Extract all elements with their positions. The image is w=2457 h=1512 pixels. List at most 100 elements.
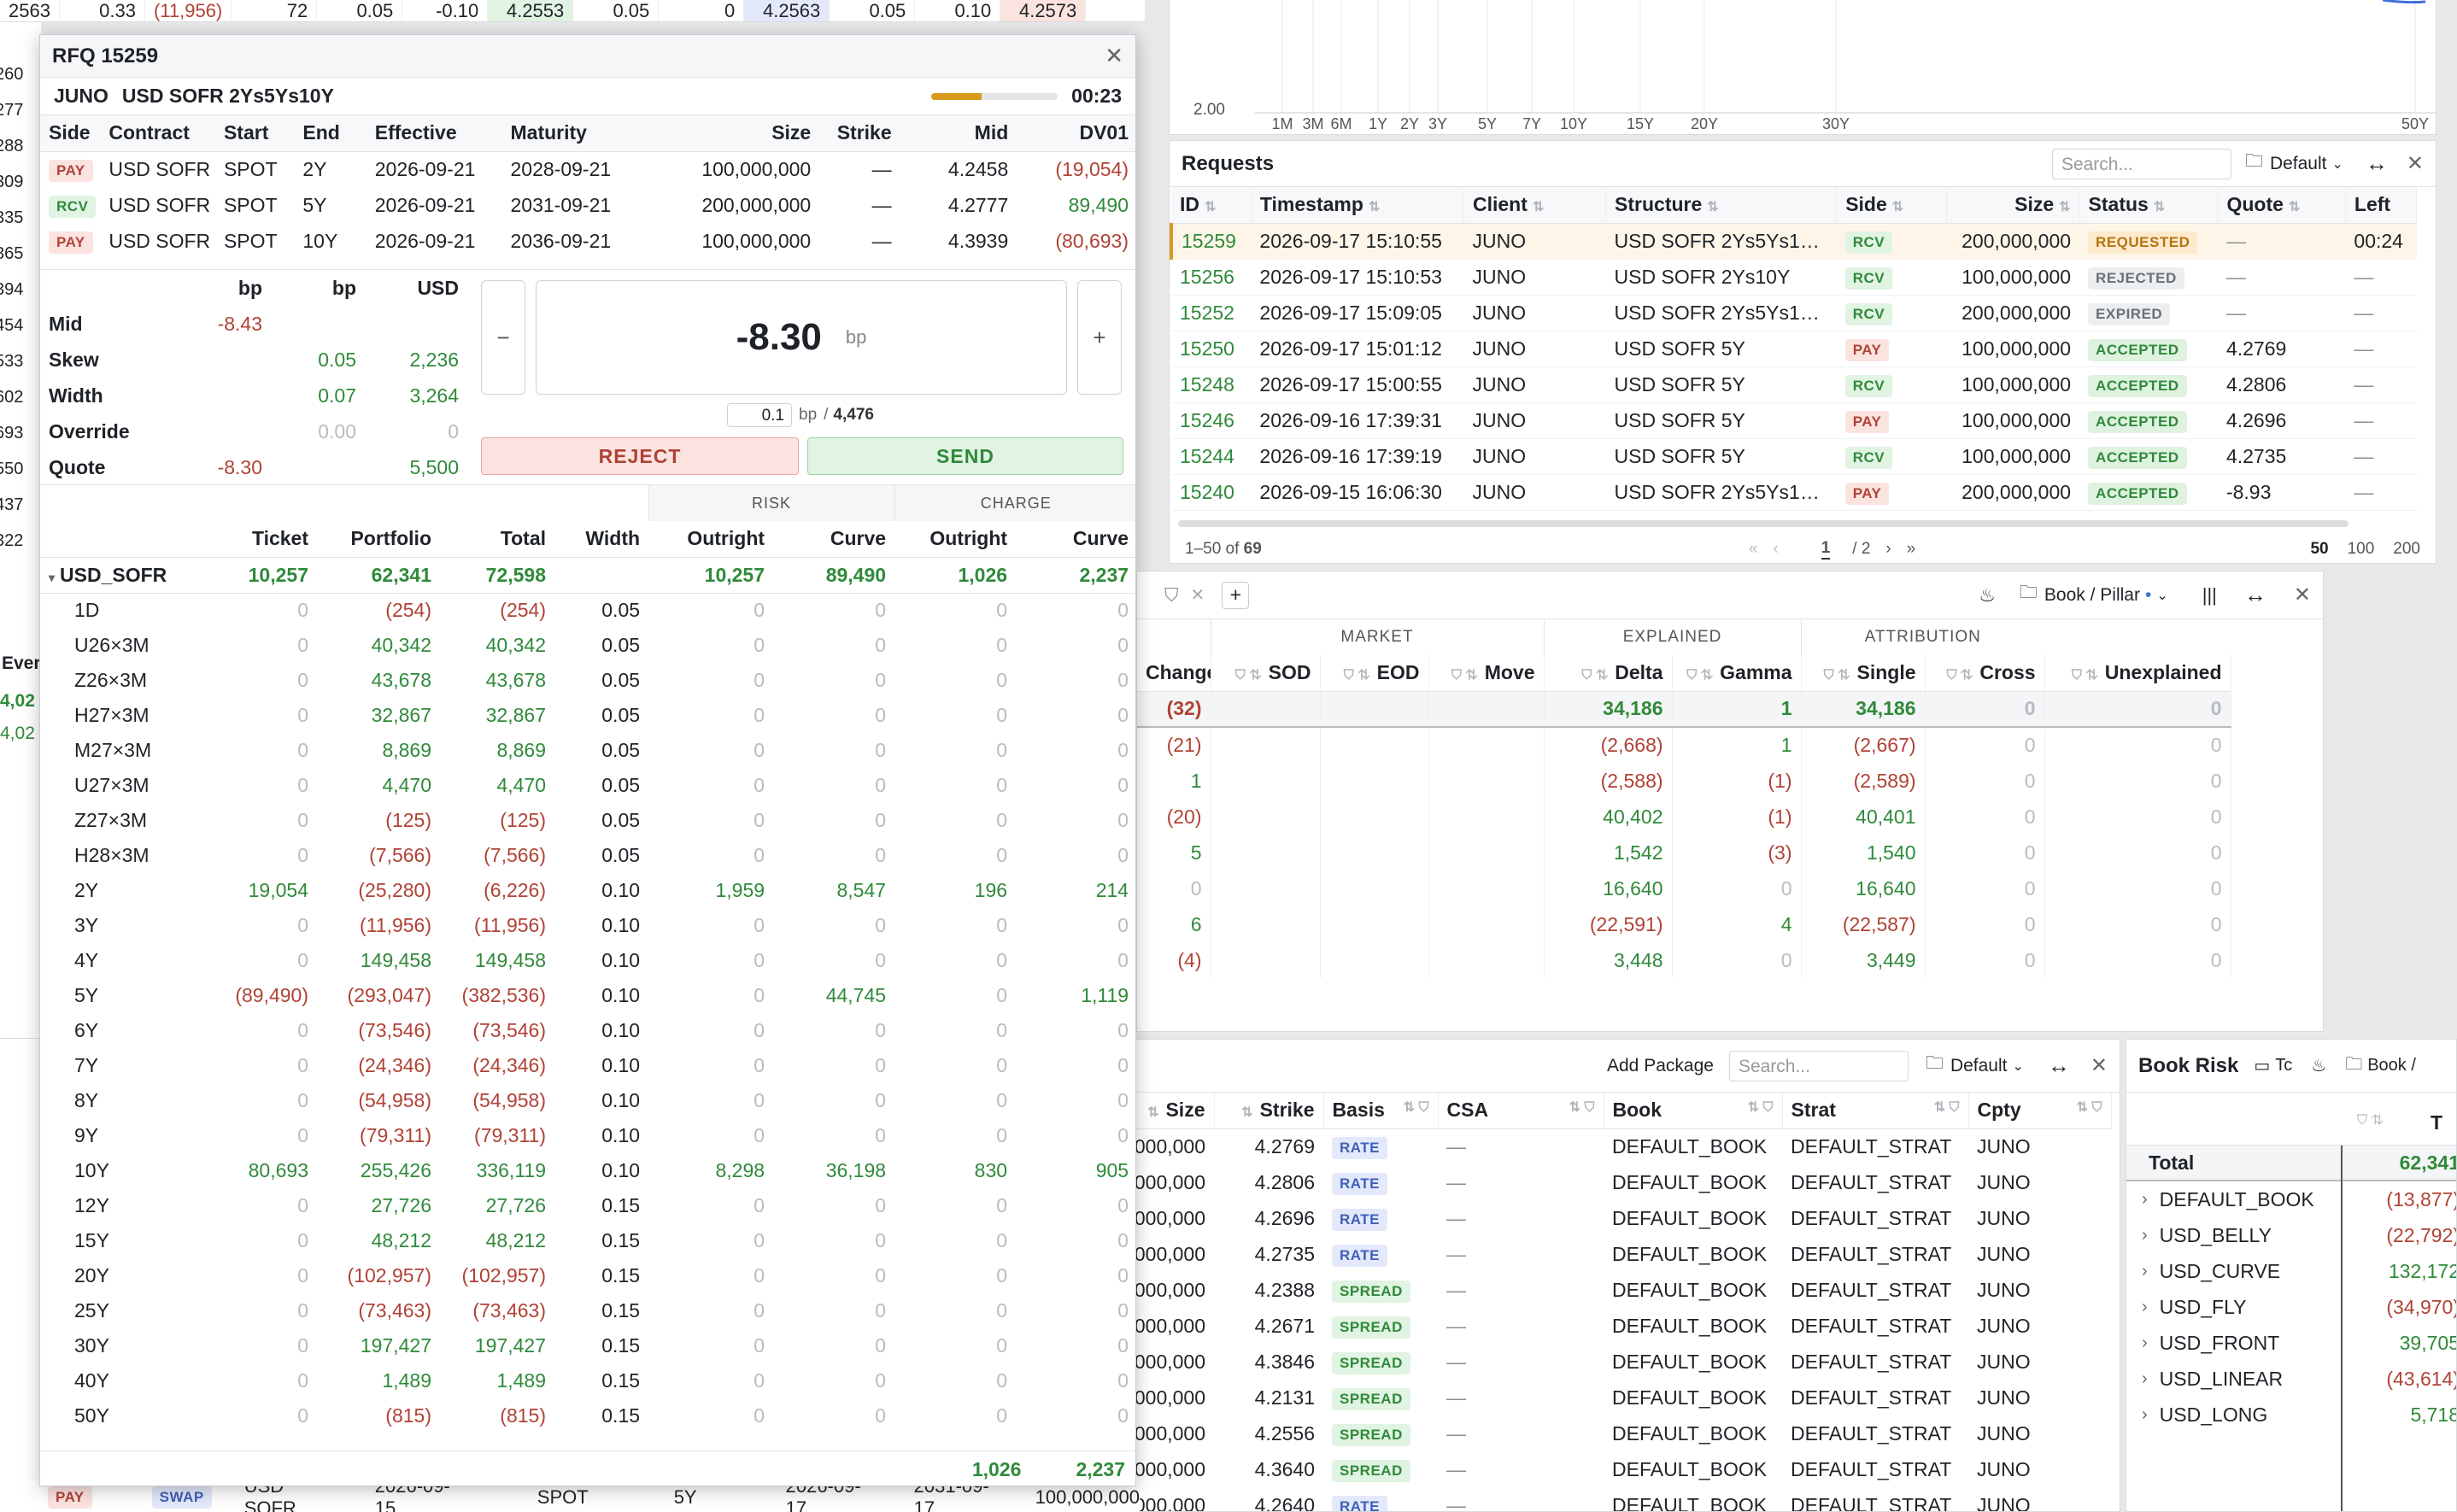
request-row[interactable]: 15248 2026-09-17 15:00:55 JUNO USD SOFR 5Y R… xyxy=(1171,366,2417,402)
page-size-100[interactable]: 100 xyxy=(2348,540,2375,559)
flame-icon[interactable]: ♨ xyxy=(1979,584,1996,607)
legs-col-header[interactable]: Start xyxy=(215,115,294,151)
trade-row[interactable]: 000,000 4.2735 RATE — DEFAULT_BOOK DEFAULT_ST… xyxy=(1103,1236,2111,1272)
trade-row[interactable]: 000,000 4.2671 SPREAD — DEFAULT_BOOK DEFAULT_… xyxy=(1103,1308,2111,1344)
trades-col-header[interactable]: Cpty ⇅ ⛉ xyxy=(1968,1093,2112,1128)
risk-total-row[interactable]: ▾ USD_SOFR 10,257 62,341 72,598 10,257 89,490 1… xyxy=(40,557,1135,593)
pnl-view-select[interactable]: 🗀 Book / Pillar • ⌄ xyxy=(2020,580,2168,610)
expand-icon[interactable]: ↔ xyxy=(2048,1052,2070,1079)
step-input[interactable]: 0.1 xyxy=(727,403,792,427)
risk-col-header[interactable] xyxy=(40,521,189,557)
chevron-right-icon[interactable]: › xyxy=(2142,1369,2148,1389)
requests-search-input[interactable]: Search... xyxy=(2051,148,2231,179)
request-id-link[interactable]: 15250 xyxy=(1171,331,1251,366)
legs-col-header[interactable]: Size xyxy=(660,115,819,151)
columns-icon[interactable]: ||| xyxy=(2202,584,2217,607)
book-risk-row[interactable]: › DEFAULT_BOOK (13,877) xyxy=(2126,1181,2456,1217)
request-row[interactable]: 15259 2026-09-17 15:10:55 JUNO USD SOFR 2Ys… xyxy=(1170,223,2417,259)
legs-col-header[interactable]: Mid xyxy=(900,115,1017,151)
requests-col-header[interactable]: Timestamp ⇅ xyxy=(1251,187,1464,223)
legs-col-header[interactable]: Contract xyxy=(100,115,215,151)
send-button[interactable]: SEND xyxy=(807,437,1123,475)
risk-row[interactable]: 4Y 0 149,458 149,458 0.10 0 0 0 0 xyxy=(40,943,1135,978)
pnl-row[interactable]: 6 (22,591) 4 (22,587) 0 0 xyxy=(1137,906,2231,942)
legs-col-header[interactable]: Maturity xyxy=(502,115,660,151)
risk-row[interactable]: Z27×3M 0 (125) (125) 0.05 0 0 0 0 xyxy=(40,803,1135,838)
add-button[interactable]: + xyxy=(1222,581,1250,609)
expand-icon[interactable]: ↔ xyxy=(2366,150,2388,177)
book-risk-row[interactable]: › USD_BELLY (22,792) xyxy=(2126,1217,2456,1253)
pager-current-page[interactable]: 1 xyxy=(1821,539,1831,560)
pager-first-button[interactable]: « xyxy=(1749,540,1758,559)
pricing-value[interactable]: 0.00 xyxy=(271,413,365,449)
trade-row[interactable]: 000,000 4.2131 SPREAD — DEFAULT_BOOK DEFAULT_… xyxy=(1103,1380,2111,1415)
risk-row[interactable]: 3Y 0 (11,956) (11,956) 0.10 0 0 0 0 xyxy=(40,908,1135,943)
chevron-right-icon[interactable]: › xyxy=(2142,1298,2148,1317)
close-icon[interactable]: ✕ xyxy=(2091,1053,2108,1078)
requests-col-header[interactable]: Side ⇅ xyxy=(1836,187,1947,223)
trade-row[interactable]: 000,000 4.2640 RATE — DEFAULT_BOOK DEFAULT_ST… xyxy=(1103,1487,2111,1511)
requests-scrollbar[interactable] xyxy=(1178,520,2349,527)
requests-col-header[interactable]: ID ⇅ xyxy=(1171,187,1252,223)
risk-row[interactable]: 5Y (89,490) (293,047) (382,536) 0.10 0 44,745 0… xyxy=(40,978,1135,1013)
risk-row[interactable]: U26×3M 0 40,342 40,342 0.05 0 0 0 0 xyxy=(40,628,1135,663)
trade-row[interactable]: 000,000 4.3846 SPREAD — DEFAULT_BOOK DEFAULT_… xyxy=(1103,1344,2111,1380)
risk-row[interactable]: 25Y 0 (73,463) (73,463) 0.15 0 0 0 0 xyxy=(40,1293,1135,1328)
pnl-row[interactable]: (20) 40,402 (1) 40,401 0 0 xyxy=(1137,799,2231,835)
requests-col-header[interactable]: Client ⇅ xyxy=(1463,187,1607,223)
leg-row[interactable]: PAY USD SOFR SPOT 2Y 2026-09-21 2028-09-21 100… xyxy=(40,151,1135,187)
legs-col-header[interactable]: DV01 xyxy=(1017,115,1135,151)
close-icon[interactable]: ✕ xyxy=(1105,43,1123,69)
pnl-row[interactable]: 5 1,542 (3) 1,540 0 0 xyxy=(1137,835,2231,870)
request-id-link[interactable]: 15246 xyxy=(1171,402,1251,438)
page-size-50[interactable]: 50 xyxy=(2310,540,2328,559)
pnl-col-header[interactable]: ⛉ ⇅ Unexplained xyxy=(2044,655,2231,691)
risk-row[interactable]: 15Y 0 48,212 48,212 0.15 0 0 0 0 xyxy=(40,1223,1135,1258)
request-id-link[interactable]: 15256 xyxy=(1171,259,1251,295)
close-icon[interactable]: ✕ xyxy=(2407,151,2424,176)
pnl-col-header[interactable]: ⛉ ⇅ Single xyxy=(1801,655,1926,691)
risk-row[interactable]: 50Y 0 (815) (815) 0.15 0 0 0 0 xyxy=(40,1398,1135,1433)
legs-col-header[interactable]: End xyxy=(294,115,366,151)
request-row[interactable]: 15246 2026-09-16 17:39:31 JUNO USD SOFR 5Y P… xyxy=(1171,402,2417,438)
chevron-right-icon[interactable]: › xyxy=(2142,1405,2148,1425)
request-row[interactable]: 15244 2026-09-16 17:39:19 JUNO USD SOFR 5Y R… xyxy=(1171,438,2417,474)
flame-icon[interactable]: ♨ xyxy=(2311,1055,2326,1076)
pnl-row[interactable]: 1 (2,588) (1) (2,589) 0 0 xyxy=(1137,763,2231,799)
risk-col-header[interactable]: Outright xyxy=(894,521,1016,557)
risk-row[interactable]: 9Y 0 (79,311) (79,311) 0.10 0 0 0 0 xyxy=(40,1118,1135,1153)
request-row[interactable]: 15250 2026-09-17 15:01:12 JUNO USD SOFR 5Y P… xyxy=(1171,331,2417,366)
close-icon[interactable]: ✕ xyxy=(2294,583,2311,607)
trade-row[interactable]: 000,000 4.2388 SPREAD — DEFAULT_BOOK DEFAULT_… xyxy=(1103,1272,2111,1308)
risk-row[interactable]: H27×3M 0 32,867 32,867 0.05 0 0 0 0 xyxy=(40,698,1135,733)
pnl-col-header[interactable]: ⛉ ⇅ EOD xyxy=(1320,655,1429,691)
trades-search-input[interactable]: Search... xyxy=(1728,1050,1909,1081)
request-id-link[interactable]: 15259 xyxy=(1170,223,1252,259)
risk-col-header[interactable]: Width xyxy=(554,521,648,557)
expand-icon[interactable]: ↔ xyxy=(2244,582,2266,608)
legs-col-header[interactable]: Effective xyxy=(366,115,502,151)
pnl-row[interactable]: (4) 3,448 0 3,449 0 0 xyxy=(1137,942,2231,978)
trades-col-header[interactable]: Strat ⇅ ⛉ xyxy=(1782,1093,1969,1128)
risk-row[interactable]: 2Y 19,054 (25,280) (6,226) 0.10 1,959 8,547 196… xyxy=(40,873,1135,908)
reject-button[interactable]: REJECT xyxy=(481,437,799,475)
risk-row[interactable]: 10Y 80,693 255,426 336,119 0.10 8,298 36,198 83… xyxy=(40,1153,1135,1188)
risk-row[interactable]: M27×3M 0 8,869 8,869 0.05 0 0 0 0 xyxy=(40,733,1135,768)
requests-col-header[interactable]: Left xyxy=(2345,187,2418,223)
pricing-value[interactable]: 0 xyxy=(365,413,467,449)
chevron-right-icon[interactable]: › xyxy=(2142,1190,2148,1210)
pnl-total-row[interactable]: (32) 34,186 1 34,186 0 0 xyxy=(1137,691,2231,727)
trades-col-header[interactable]: Basis ⇅ ⛉ xyxy=(1323,1093,1439,1128)
pnl-col-header[interactable]: ⛉ ⇅ Cross xyxy=(1925,655,2045,691)
risk-row[interactable]: 8Y 0 (54,958) (54,958) 0.10 0 0 0 0 xyxy=(40,1083,1135,1118)
book-risk-row[interactable]: › USD_FLY (34,970) xyxy=(2126,1289,2456,1325)
pager-prev-button[interactable]: ‹ xyxy=(1773,540,1778,559)
book-risk-row[interactable]: › USD_LONG 5,718 xyxy=(2126,1397,2456,1433)
request-id-link[interactable]: 15252 xyxy=(1171,295,1251,331)
trade-row[interactable]: 000,000 4.2769 RATE — DEFAULT_BOOK DEFAULT_ST… xyxy=(1103,1128,2111,1164)
leg-row[interactable]: RCV USD SOFR SPOT 5Y 2026-09-21 2031-09-21 200… xyxy=(40,187,1135,223)
risk-row[interactable]: Z26×3M 0 43,678 43,678 0.05 0 0 0 0 xyxy=(40,663,1135,698)
trade-row[interactable]: 000,000 4.2806 RATE — DEFAULT_BOOK DEFAULT_ST… xyxy=(1103,1164,2111,1200)
risk-row[interactable]: H28×3M 0 (7,566) (7,566) 0.05 0 0 0 0 xyxy=(40,838,1135,873)
quote-input[interactable]: -8.30 bp xyxy=(536,280,1067,395)
